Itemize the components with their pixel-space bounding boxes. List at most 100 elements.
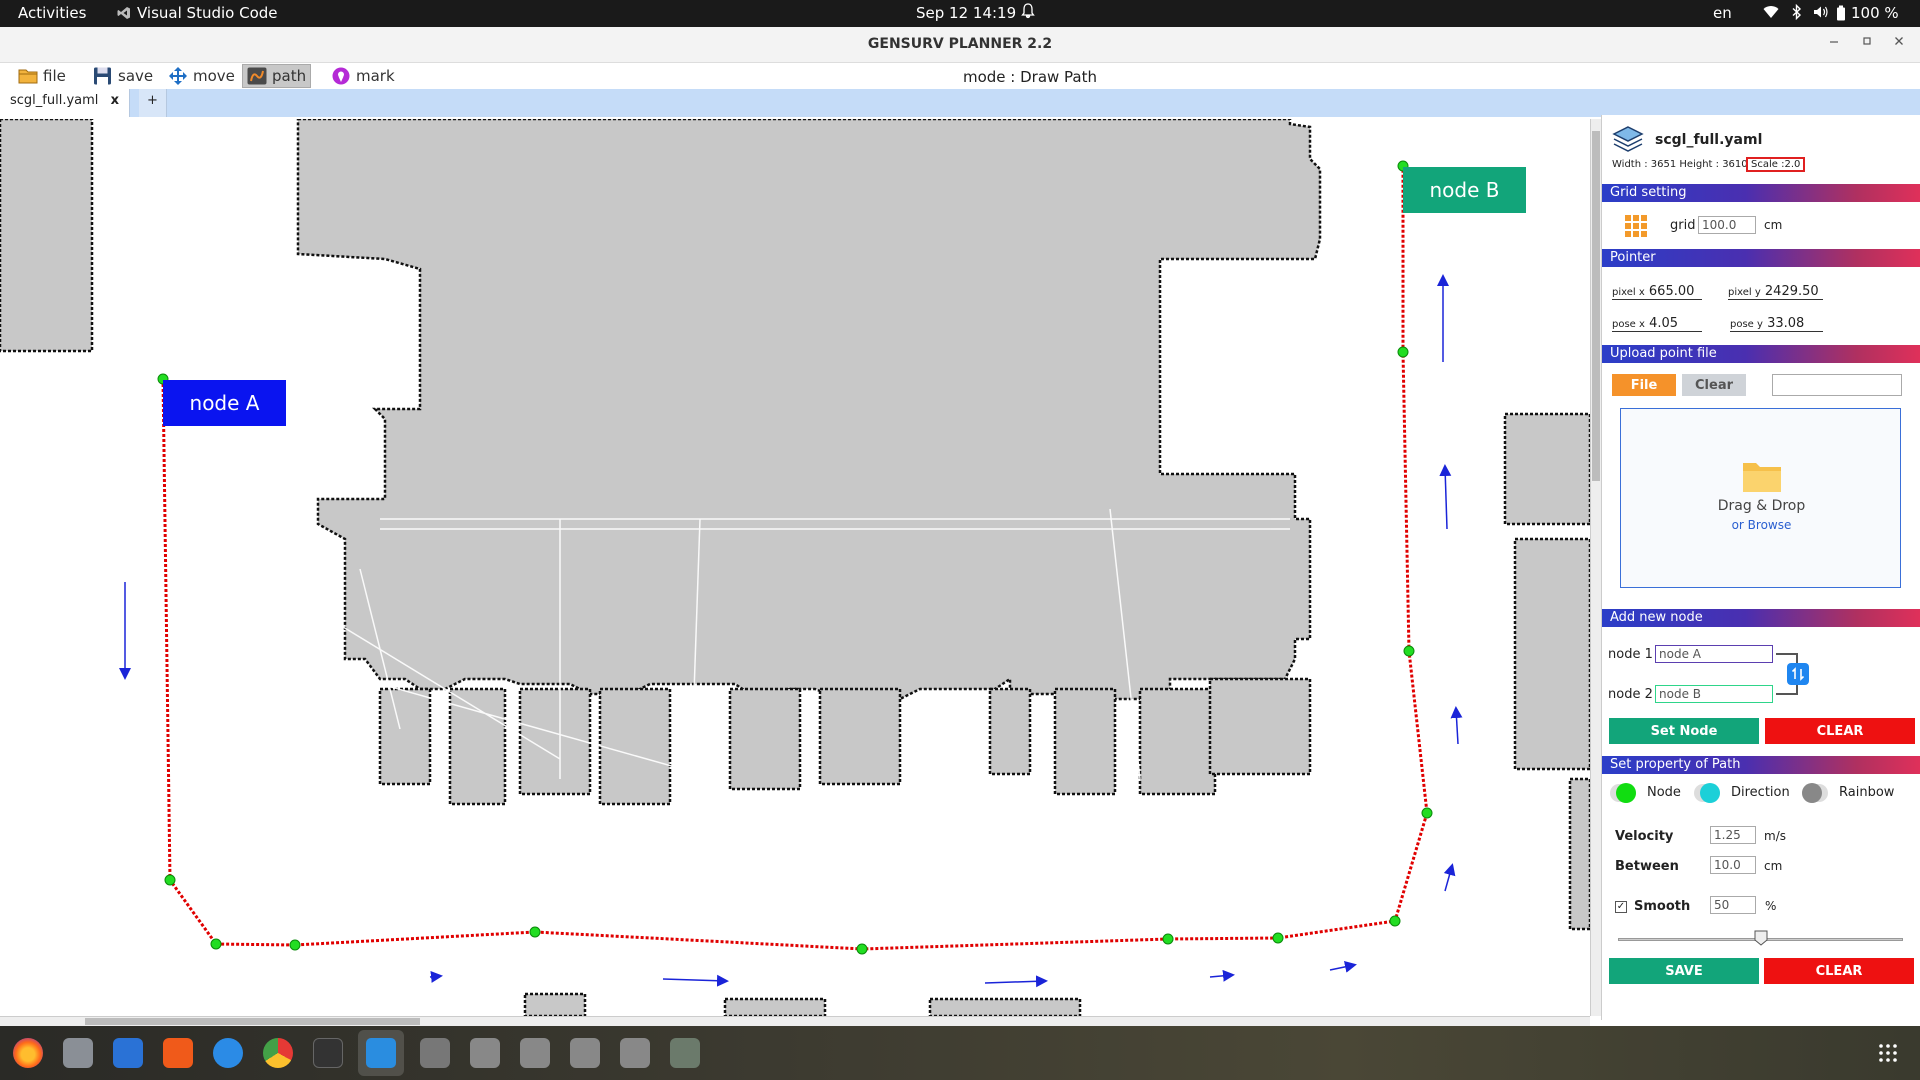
taskbar-dock — [0, 1026, 1920, 1080]
path-property-header: Set property of Path — [1602, 756, 1920, 774]
save-label: save — [118, 67, 154, 85]
upload-clear-button[interactable]: Clear — [1682, 374, 1746, 396]
writer-icon[interactable] — [113, 1038, 143, 1068]
map-scale-badge: Scale :2.0 — [1746, 157, 1806, 172]
swap-nodes-icon[interactable] — [1787, 663, 1809, 685]
rainbow-toggle-label: Rainbow — [1839, 785, 1895, 800]
minimize-icon[interactable] — [1828, 35, 1840, 51]
app-center-icon[interactable] — [163, 1038, 193, 1068]
layers-icon — [1612, 125, 1644, 159]
occupancy-map[interactable] — [0, 119, 1590, 1016]
active-app-indicator[interactable]: Visual Studio Code — [117, 4, 278, 22]
upload-file-button[interactable]: File — [1612, 374, 1676, 396]
disk-icon-4[interactable] — [620, 1038, 650, 1068]
activities-button[interactable]: Activities — [18, 4, 86, 22]
pixel-x-label: pixel x — [1612, 287, 1645, 298]
save-path-button[interactable]: SAVE — [1609, 958, 1759, 984]
disk-icon-3[interactable] — [570, 1038, 600, 1068]
node-b-label-box[interactable]: node B — [1403, 167, 1526, 213]
upload-filename-input[interactable] — [1772, 374, 1902, 396]
smooth-checkbox[interactable]: ✓ — [1615, 901, 1627, 913]
chrome-icon[interactable] — [263, 1038, 293, 1068]
move-arrows-icon — [169, 67, 187, 85]
direction-toggle[interactable] — [1694, 783, 1720, 803]
set-node-button[interactable]: Set Node — [1609, 718, 1759, 744]
tab-scgl-full[interactable]: scgl_full.yaml x — [0, 89, 130, 117]
show-apps-grid-icon[interactable] — [1878, 1043, 1898, 1067]
close-window-icon[interactable] — [1893, 35, 1905, 51]
path-label: path — [272, 67, 307, 85]
add-tab-button[interactable]: + — [139, 89, 167, 117]
smooth-label: Smooth — [1634, 899, 1691, 914]
trash-icon[interactable] — [670, 1038, 700, 1068]
velocity-label: Velocity — [1615, 829, 1674, 844]
file-tab-bar: scgl_full.yaml x + — [0, 89, 1920, 117]
battery-icon[interactable] — [1836, 5, 1846, 25]
tab-title: scgl_full.yaml — [10, 93, 99, 108]
direction-toggle-label: Direction — [1731, 785, 1790, 800]
smooth-input[interactable]: 50 — [1710, 896, 1756, 914]
map-horizontal-scrollbar[interactable] — [0, 1016, 1590, 1026]
vertical-scroll-thumb[interactable] — [1592, 131, 1600, 481]
between-input[interactable]: 10.0 — [1710, 856, 1756, 874]
mark-tool-button[interactable]: mark — [327, 64, 399, 88]
node-a-label: node A — [189, 391, 260, 415]
files-icon[interactable] — [63, 1038, 93, 1068]
grid-size-input[interactable]: 100.0 — [1698, 216, 1756, 234]
path-tool-button[interactable]: path — [242, 64, 312, 88]
maximize-icon[interactable] — [1861, 35, 1873, 51]
node-toggle[interactable] — [1610, 783, 1636, 803]
clear-node-button[interactable]: CLEAR — [1765, 718, 1915, 744]
node2-input[interactable]: node B — [1655, 685, 1773, 703]
usb-drive-icon[interactable] — [420, 1038, 450, 1068]
pixel-x-field: pixel x 665.00 — [1612, 284, 1702, 300]
battery-percent[interactable]: 100 % — [1851, 4, 1899, 22]
path-tool-icon — [247, 67, 267, 85]
smooth-unit: % — [1765, 899, 1777, 913]
terminal-icon[interactable] — [313, 1038, 343, 1068]
pixel-y-field: pixel y 2429.50 — [1728, 284, 1823, 300]
upload-header: Upload point file — [1602, 345, 1920, 363]
node-a-label-box[interactable]: node A — [163, 380, 286, 426]
clear-path-button[interactable]: CLEAR — [1764, 958, 1914, 984]
map-dimensions: Width : 3651 Height : 3610 — [1612, 159, 1748, 170]
drop-folder-icon — [1742, 459, 1782, 497]
move-label: move — [193, 67, 235, 85]
vscode-icon[interactable] — [358, 1030, 404, 1076]
tab-close-icon[interactable]: x — [111, 93, 119, 108]
move-tool-button[interactable]: move — [164, 64, 239, 88]
grid-unit: cm — [1764, 218, 1783, 232]
between-label: Between — [1615, 859, 1679, 874]
bluetooth-icon[interactable] — [1792, 3, 1802, 24]
disk-icon-1[interactable] — [470, 1038, 500, 1068]
volume-icon[interactable] — [1813, 5, 1829, 23]
window-title-bar[interactable]: GENSURV PLANNER 2.2 — [0, 27, 1920, 63]
map-vertical-scrollbar[interactable] — [1590, 119, 1601, 1016]
disk-icon-2[interactable] — [520, 1038, 550, 1068]
wifi-icon[interactable] — [1763, 5, 1779, 23]
save-button[interactable]: save — [89, 64, 157, 88]
add-node-header: Add new node — [1602, 609, 1920, 627]
properties-panel: scgl_full.yaml Width : 3651 Height : 361… — [1601, 115, 1920, 1020]
help-icon[interactable] — [213, 1038, 243, 1068]
browse-link[interactable]: or Browse — [1621, 518, 1902, 532]
drop-zone[interactable]: Drag & Drop or Browse — [1620, 408, 1901, 588]
firefox-icon[interactable] — [13, 1038, 43, 1068]
between-unit: cm — [1764, 859, 1783, 873]
grid-icon — [1624, 214, 1648, 242]
velocity-input[interactable]: 1.25 — [1710, 826, 1756, 844]
map-canvas[interactable]: node A node B — [0, 119, 1590, 1016]
language-indicator[interactable]: en — [1713, 4, 1732, 22]
node1-input[interactable]: node A — [1655, 645, 1773, 663]
grid-setting-header: Grid setting — [1602, 184, 1920, 202]
vscode-small-icon — [117, 7, 130, 19]
horizontal-scroll-thumb[interactable] — [85, 1018, 420, 1025]
smooth-slider-thumb[interactable] — [1754, 930, 1768, 946]
map-file-name: scgl_full.yaml — [1655, 132, 1763, 148]
rainbow-toggle[interactable] — [1802, 783, 1828, 803]
node-toggle-label: Node — [1647, 785, 1681, 800]
file-menu-button[interactable]: file — [14, 64, 70, 88]
drag-drop-text: Drag & Drop — [1717, 498, 1806, 514]
clock[interactable]: Sep 12 14:19 — [916, 4, 1016, 22]
notification-bell-icon — [1021, 3, 1035, 23]
